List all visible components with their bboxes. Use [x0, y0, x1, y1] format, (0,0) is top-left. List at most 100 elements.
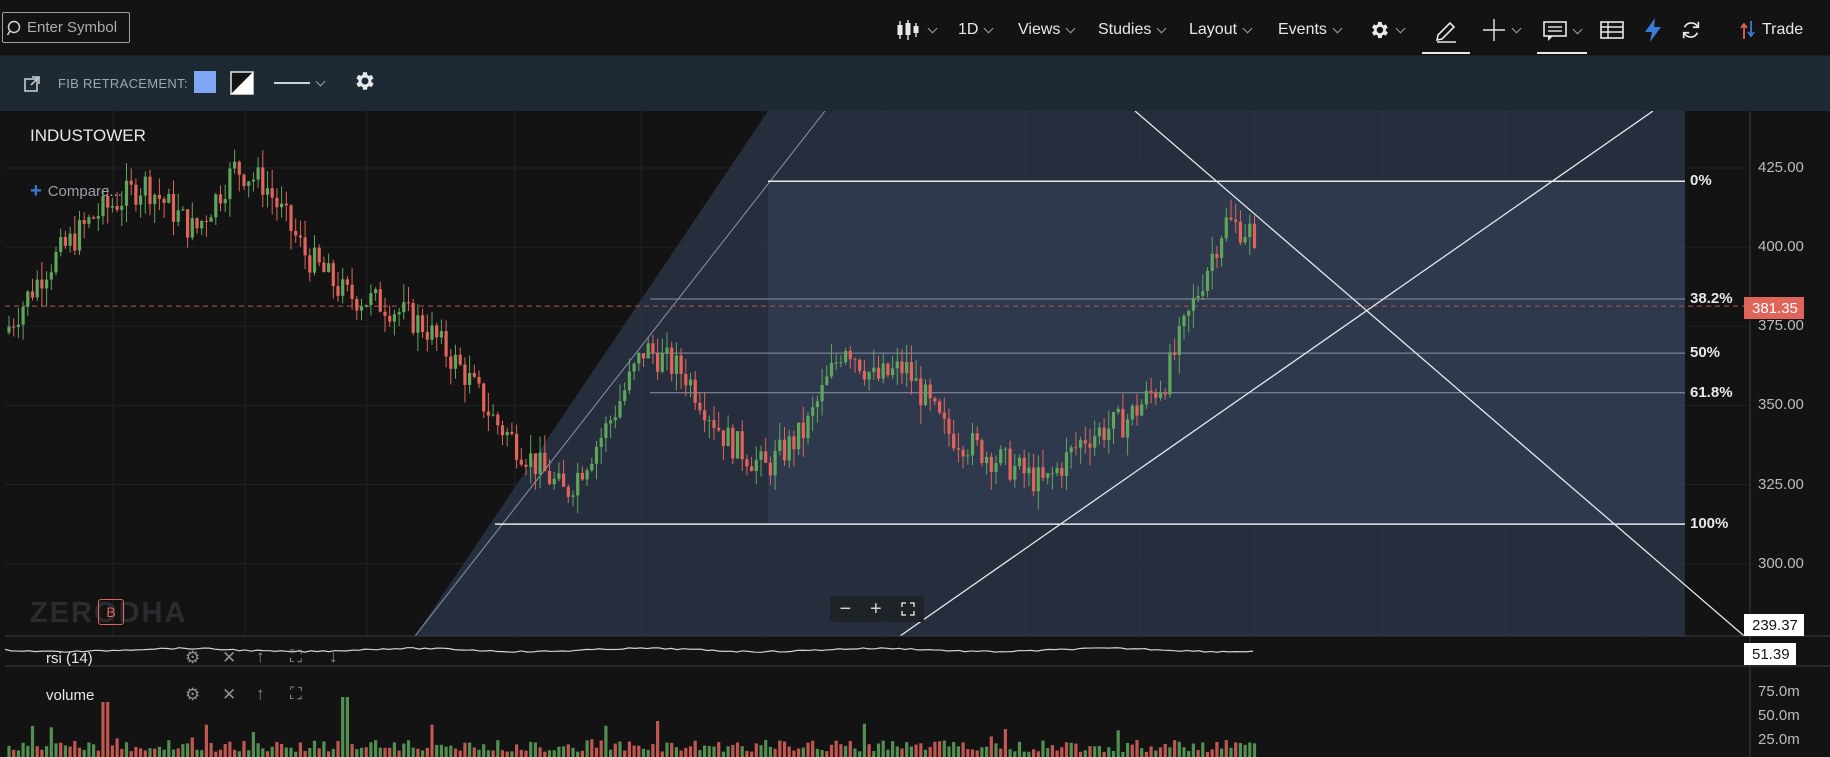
candle-body [674, 355, 678, 374]
volume-bar [477, 749, 481, 757]
candle-body [552, 478, 556, 485]
candle-body [970, 433, 975, 456]
candle-body [49, 272, 53, 280]
rsi-close-icon[interactable]: ✕ [222, 648, 236, 668]
candle-body [891, 368, 895, 376]
candle-body [787, 436, 791, 461]
candle-body [1220, 238, 1224, 258]
comments-button[interactable] [1537, 10, 1587, 54]
candle-body [1074, 447, 1078, 449]
volume-bar [16, 750, 20, 757]
candle-body [54, 252, 58, 273]
candle-body [627, 371, 631, 391]
drawing-tools-button[interactable] [1422, 10, 1470, 54]
candle-body [623, 390, 627, 402]
candle-body [862, 370, 866, 380]
volume-bar [876, 743, 881, 757]
candle-body [731, 427, 735, 459]
rsi-move-up-icon[interactable]: ↑ [256, 647, 265, 667]
candle-body [73, 233, 77, 251]
studies-menu[interactable]: Studies [1098, 16, 1167, 44]
candle-body [698, 402, 702, 411]
crosshair-icon [1483, 19, 1505, 41]
candle-body [463, 364, 467, 385]
candle-body [1210, 253, 1214, 271]
candle-body [604, 423, 608, 438]
compare-button[interactable]: + Compare... [30, 180, 122, 203]
rsi-maximize-icon[interactable]: ⛶ [290, 647, 302, 667]
rsi-settings-icon[interactable]: ⚙ [185, 648, 200, 668]
volume-bar [421, 750, 425, 757]
candle-body [947, 418, 951, 434]
buy-marker-badge[interactable]: B [98, 599, 124, 625]
volume-bar [388, 747, 392, 757]
interval-button[interactable]: 1D [958, 16, 994, 44]
candle-body [195, 218, 199, 229]
refresh-button[interactable] [1680, 16, 1702, 44]
volume-bar [68, 746, 72, 757]
views-menu[interactable]: Views [1018, 16, 1076, 44]
volume-bar [1210, 749, 1214, 757]
external-link-icon[interactable] [24, 76, 40, 92]
fib-level-label: 50% [1690, 344, 1721, 362]
volume-bar [12, 749, 16, 757]
volume-bar [106, 702, 110, 757]
volume-bar [209, 743, 213, 757]
fullscreen-icon[interactable] [900, 602, 915, 616]
volume-bar [909, 746, 913, 757]
volume-bar [308, 748, 312, 757]
data-window-button[interactable] [1600, 16, 1624, 44]
volume-close-icon[interactable]: ✕ [222, 685, 236, 705]
candle-body [909, 362, 913, 381]
zoom-in-button[interactable]: + [870, 598, 882, 621]
volume-bar [49, 727, 53, 757]
chevron-down-icon [1156, 23, 1167, 33]
candle-body [750, 466, 754, 471]
candle-body [270, 188, 274, 198]
price-chart[interactable] [5, 111, 1830, 757]
volume-bar [778, 740, 782, 757]
volume-maximize-icon[interactable]: ⛶ [290, 684, 302, 704]
volume-bar [693, 740, 697, 757]
volume-bar [684, 747, 688, 757]
volume-bar [284, 747, 288, 757]
volume-move-up-icon[interactable]: ↑ [256, 684, 265, 704]
quick-action-button[interactable] [1644, 16, 1662, 44]
chart-type-button[interactable] [896, 16, 938, 44]
candle-body [717, 427, 721, 431]
crosshair-button[interactable] [1482, 16, 1522, 44]
interval-label: 1D [958, 21, 979, 38]
candle-body [124, 180, 129, 206]
candle-body [472, 372, 476, 377]
fill-color-swatch[interactable] [194, 71, 216, 93]
symbol-search-input[interactable]: Enter Symbol [2, 12, 130, 43]
line-style-select[interactable] [274, 72, 326, 94]
volume-bar [1144, 751, 1148, 757]
volume-bar [839, 744, 843, 757]
events-menu[interactable]: Events [1278, 16, 1343, 44]
rsi-move-down-icon[interactable]: ↓ [329, 647, 338, 667]
volume-settings-icon[interactable]: ⚙ [185, 685, 200, 705]
volume-bar [1069, 742, 1073, 757]
volume-bar [938, 741, 942, 757]
candle-body [547, 470, 552, 485]
volume-bar [656, 721, 660, 757]
candle-body [1149, 390, 1153, 393]
volume-bar [383, 747, 387, 757]
volume-bar [59, 742, 63, 757]
trade-button[interactable]: Trade [1740, 16, 1803, 44]
trendline-price-tag: 239.37 [1744, 614, 1804, 636]
candle-body [1032, 467, 1036, 492]
volume-bar [458, 750, 462, 757]
volume-bar [186, 743, 190, 757]
volume-bar [815, 748, 819, 757]
volume-bar [613, 743, 617, 757]
layout-menu[interactable]: Layout [1189, 16, 1253, 44]
candle-body [1107, 428, 1111, 440]
zoom-out-button[interactable]: − [839, 598, 851, 621]
volume-bar [425, 747, 429, 757]
settings-menu[interactable] [1368, 16, 1406, 44]
line-color-swatch[interactable] [230, 71, 254, 95]
gear-icon[interactable] [352, 69, 376, 93]
volume-bar [30, 725, 35, 757]
